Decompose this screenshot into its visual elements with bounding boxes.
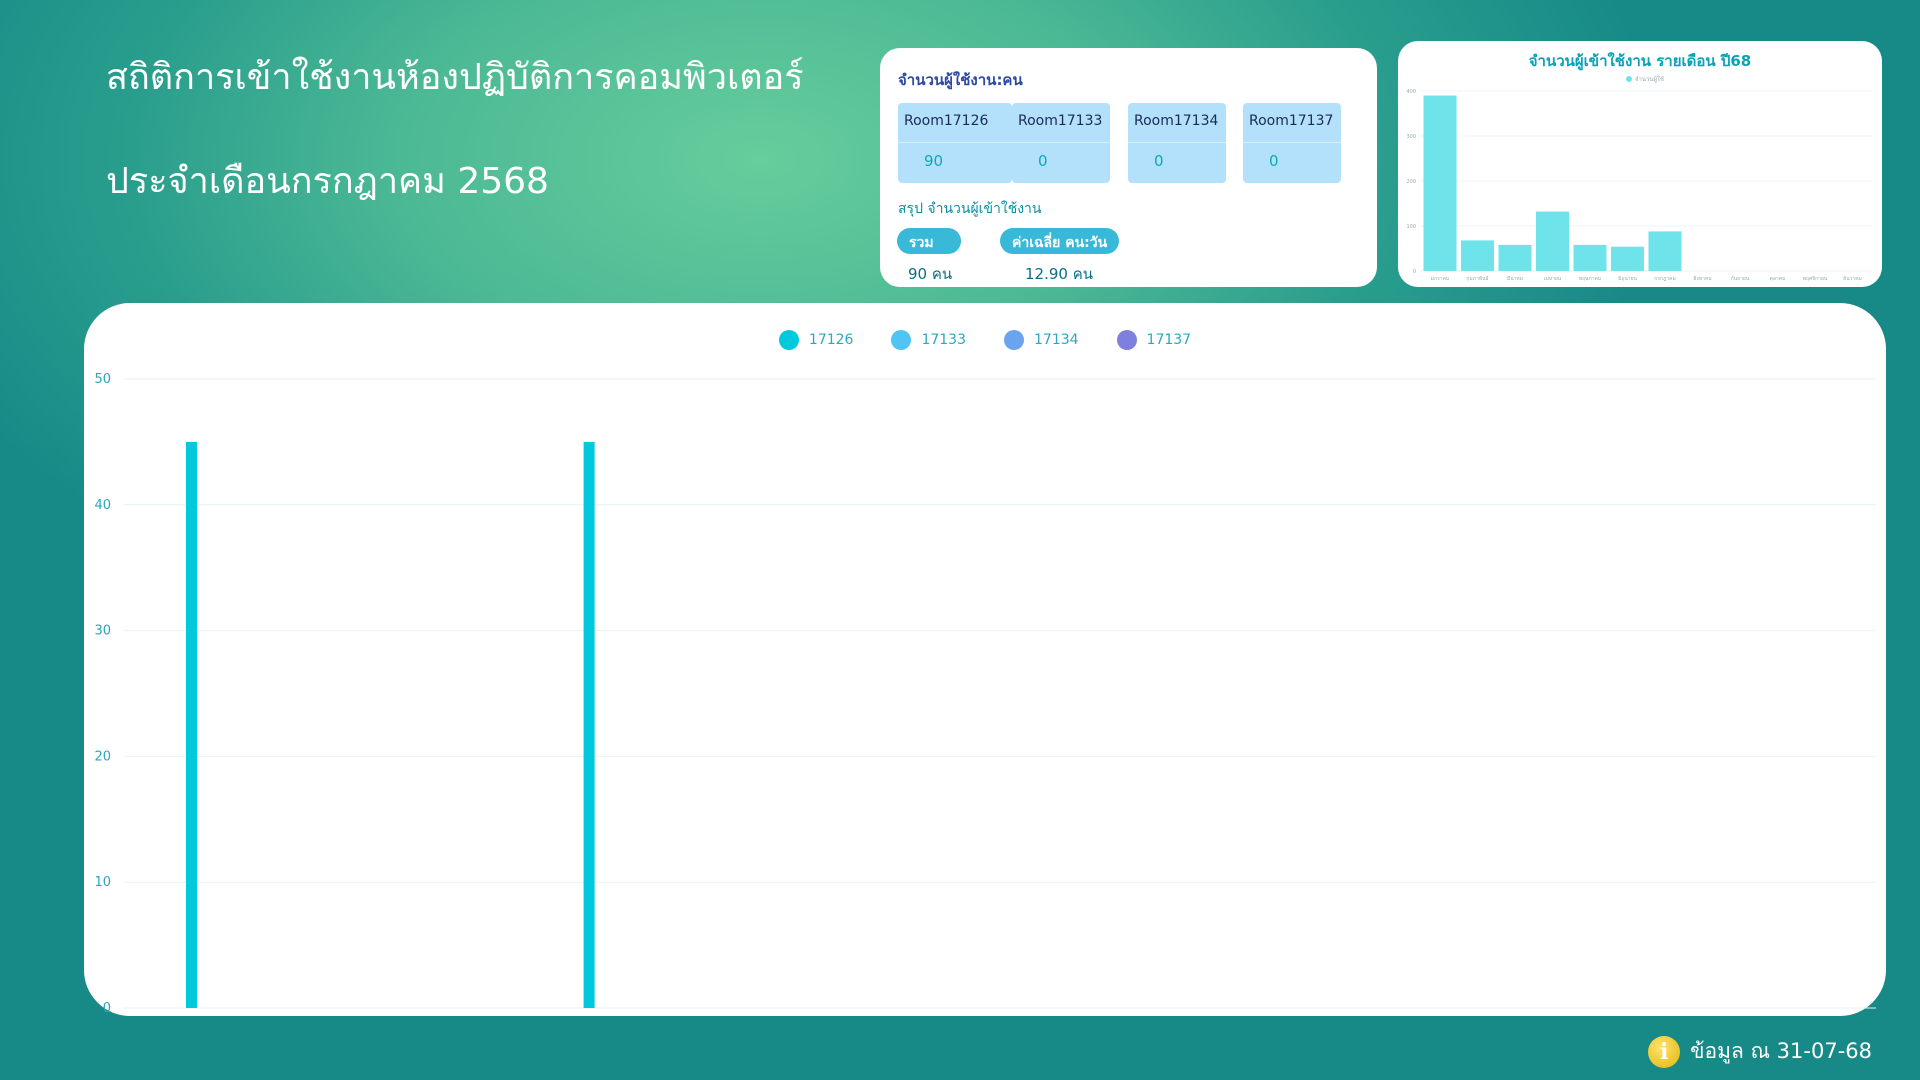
data-bar bbox=[1536, 211, 1569, 271]
data-as-of-text: ข้อมูล ณ 31-07-68 bbox=[1690, 1039, 1872, 1063]
average-value: 12.90 คน bbox=[1025, 265, 1093, 283]
x-tick-label: มิถุนายน bbox=[1618, 275, 1637, 282]
room-name: Room17137 bbox=[1243, 103, 1341, 143]
room-value: 90 bbox=[924, 152, 944, 170]
data-bar bbox=[1461, 240, 1494, 271]
y-tick-label: 0 bbox=[103, 1001, 111, 1016]
info-icon: i bbox=[1648, 1035, 1681, 1068]
x-tick-label: เมษายน bbox=[1544, 276, 1562, 282]
users-card: จำนวนผู้ใช้งาน:คน Room17126 90 Room17133… bbox=[880, 48, 1377, 287]
data-bar bbox=[1573, 244, 1607, 271]
y-tick-label: 100 bbox=[1406, 224, 1416, 230]
y-tick-label: 30 bbox=[94, 624, 111, 639]
room-value: 0 bbox=[1038, 152, 1048, 170]
x-tick-label: สิงหาคม bbox=[1693, 275, 1711, 282]
x-tick-label: พฤษภาคม bbox=[1579, 276, 1601, 282]
room-card-17126: Room17126 90 bbox=[898, 103, 1012, 183]
users-card-heading: จำนวนผู้ใช้งาน:คน bbox=[898, 71, 1023, 89]
daily-chart-svg: 010203040501ก.ค.2ก.ค.3ก.ค.4ก.ค.5ก.ค.6ก.ค… bbox=[94, 372, 1876, 1016]
legend-item-17134[interactable]: 17134 bbox=[1004, 330, 1079, 350]
y-tick-label: 40 bbox=[94, 498, 111, 513]
summary-label: สรุป จำนวนผู้เข้าใช้งาน bbox=[898, 201, 1042, 217]
x-tick-label: กันยายน bbox=[1731, 276, 1750, 282]
x-tick-label: พฤศจิกายน bbox=[1803, 275, 1828, 282]
x-tick-label: มกราคม bbox=[1431, 276, 1449, 282]
data-bar bbox=[1423, 95, 1457, 271]
y-tick-label: 200 bbox=[1406, 179, 1416, 185]
room-name: Room17134 bbox=[1128, 103, 1226, 143]
page-subtitle: ประจำเดือนกรกฎาคม 2568 bbox=[106, 161, 549, 202]
legend-label: จำนวนผู้ใช้ bbox=[1635, 75, 1664, 83]
legend-item-17137[interactable]: 17137 bbox=[1116, 330, 1192, 350]
legend-label: 17137 bbox=[1146, 332, 1192, 348]
data-bar bbox=[186, 441, 197, 1008]
y-tick-label: 400 bbox=[1406, 89, 1416, 95]
legend-item-17133[interactable]: 17133 bbox=[891, 330, 966, 350]
legend-item-17126[interactable]: 17126 bbox=[778, 330, 854, 350]
data-as-of-footer: i ข้อมูล ณ 31-07-68 bbox=[1648, 1035, 1872, 1068]
room-card-17133: Room17133 0 bbox=[1012, 103, 1110, 183]
legend-label: 17126 bbox=[808, 332, 854, 348]
y-tick-label: 50 bbox=[94, 372, 111, 387]
page-title: สถิติการเข้าใช้งานห้องปฏิบัติการคอมพิวเต… bbox=[106, 57, 804, 98]
monthly-chart-svg: 0 100 200 300 400 มกราคม กุมภาพันธ์ มีนาคม เมษาย… bbox=[1406, 75, 1872, 282]
room-value: 0 bbox=[1154, 152, 1164, 170]
legend-label: 17133 bbox=[921, 332, 966, 348]
data-bar bbox=[1648, 231, 1682, 271]
legend-label: 17134 bbox=[1034, 332, 1079, 348]
y-tick-label: 300 bbox=[1406, 134, 1416, 140]
data-bar bbox=[1498, 244, 1532, 271]
total-pill: รวม bbox=[897, 228, 961, 254]
y-tick-label: 20 bbox=[94, 749, 111, 764]
x-tick-label: กุมภาพันธ์ bbox=[1466, 275, 1488, 282]
x-tick-label: กรกฎาคม bbox=[1654, 276, 1676, 282]
room-card-17137: Room17137 0 bbox=[1243, 103, 1341, 183]
legend-dot bbox=[778, 330, 799, 350]
x-tick-label: ธันวาคม bbox=[1843, 276, 1862, 282]
room-name: Room17133 bbox=[1012, 103, 1110, 143]
daily-chart-card: 010203040501ก.ค.2ก.ค.3ก.ค.4ก.ค.5ก.ค.6ก.ค… bbox=[84, 303, 1886, 1016]
legend-dot bbox=[891, 330, 912, 350]
legend-dot bbox=[1004, 330, 1024, 350]
y-tick-label: 0 bbox=[1413, 269, 1416, 275]
monthly-chart-title: จำนวนผู้เข้าใช้งาน รายเดือน ปี68 bbox=[1528, 52, 1752, 70]
data-bar bbox=[1611, 246, 1644, 271]
legend-dot bbox=[1626, 76, 1632, 82]
room-name: Room17126 bbox=[898, 103, 1012, 143]
y-tick-label: 10 bbox=[94, 875, 111, 890]
room-value: 0 bbox=[1269, 152, 1279, 170]
data-bar bbox=[583, 441, 595, 1008]
chart-legend: 17126 17133 17134 17137 bbox=[84, 330, 1886, 350]
legend-dot bbox=[1116, 330, 1137, 350]
monthly-chart-card: 0 100 200 300 400 มกราคม กุมภาพันธ์ มีนาคม เมษาย… bbox=[1398, 41, 1882, 287]
total-value: 90 คน bbox=[908, 265, 953, 283]
room-card-17134: Room17134 0 bbox=[1128, 103, 1226, 183]
x-tick-label: ตุลาคม bbox=[1770, 276, 1786, 282]
x-tick-label: มีนาคม bbox=[1507, 275, 1523, 282]
average-pill: ค่าเฉลี่ย คน:วัน bbox=[1000, 228, 1120, 254]
